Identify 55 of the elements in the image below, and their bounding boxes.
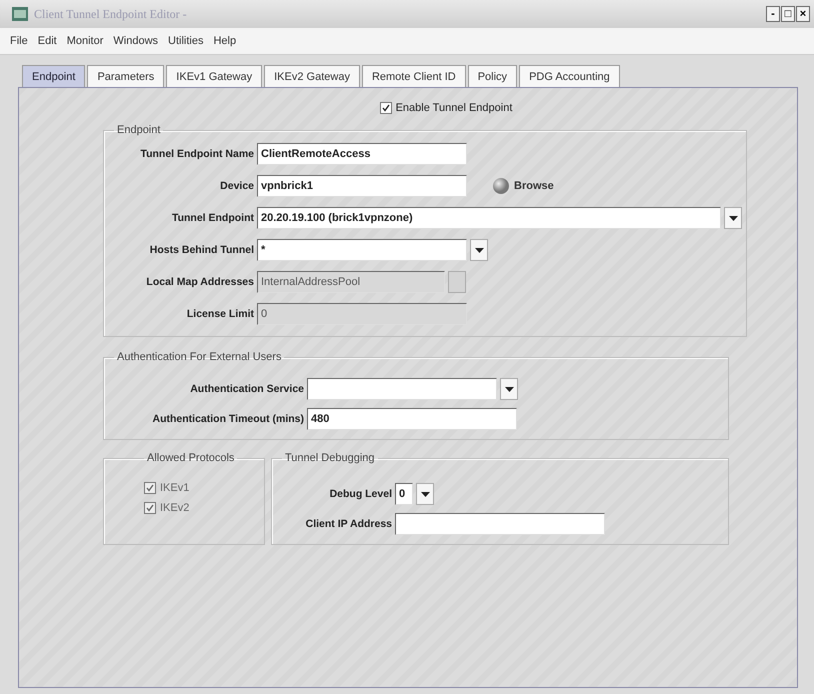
app-icon: [12, 7, 28, 21]
checkbox-label: IKEv1: [160, 482, 190, 494]
dropdown-button[interactable]: [416, 483, 434, 505]
tab[interactable]: PDG Accounting: [519, 65, 620, 87]
field-label: Debug Level: [328, 488, 392, 500]
window-control-button[interactable]: □: [781, 6, 795, 22]
tab[interactable]: Remote Client ID: [362, 65, 466, 87]
field-label: Tunnel Endpoint: [170, 212, 254, 224]
checkbox-box[interactable]: [144, 502, 156, 514]
text-field[interactable]: [395, 513, 605, 535]
group-title: Allowed Protocols: [146, 452, 236, 464]
group-title: Authentication For External Users: [116, 351, 282, 363]
group-title: Tunnel Debugging: [284, 452, 376, 464]
browse-button[interactable]: Browse: [492, 177, 554, 195]
checkbox-box[interactable]: [380, 102, 392, 114]
dropdown-button[interactable]: [500, 378, 518, 400]
caret-icon: [504, 386, 514, 392]
caret-icon: [420, 492, 430, 496]
field-label: Authentication Timeout (mins): [152, 413, 304, 425]
dropdown-button[interactable]: [724, 207, 742, 229]
menu-item[interactable]: Help: [213, 35, 236, 47]
checkbox-label: IKEv2: [160, 502, 190, 514]
dropdown-button[interactable]: [470, 239, 488, 261]
window-title: Client Tunnel Endpoint Editor -: [34, 6, 188, 22]
combo-field[interactable]: *: [257, 239, 467, 261]
field-label: Local Map Addresses: [145, 276, 254, 288]
combo-field[interactable]: [307, 378, 497, 400]
menu-item[interactable]: Windows: [113, 35, 158, 47]
combo-field[interactable]: 20.20.19.100 (brick1vpnzone): [257, 207, 721, 229]
field-label: Authentication Service: [189, 383, 304, 395]
field-label: Tunnel Endpoint Name: [139, 148, 254, 160]
text-field[interactable]: ClientRemoteAccess: [257, 143, 467, 165]
field-label: Client IP Address: [304, 518, 392, 530]
caret-icon: [728, 216, 738, 220]
caret-icon: [474, 248, 484, 252]
radio-icon: [492, 177, 510, 195]
menu-item[interactable]: Utilities: [168, 35, 204, 47]
window-control-button[interactable]: -: [766, 6, 780, 22]
text-field[interactable]: vpnbrick1: [257, 175, 467, 197]
menu-item[interactable]: Edit: [38, 35, 57, 47]
text-field[interactable]: 480: [307, 408, 517, 430]
tab[interactable]: IKEv2 Gateway: [264, 65, 360, 87]
field-label: License Limit: [186, 308, 254, 320]
field-label: Device: [219, 180, 254, 192]
menu-item[interactable]: File: [10, 35, 28, 47]
tab[interactable]: Endpoint: [22, 65, 86, 87]
menu-item[interactable]: Monitor: [66, 35, 104, 47]
checkbox-box[interactable]: [144, 482, 156, 494]
tab[interactable]: Policy: [468, 65, 518, 87]
tab[interactable]: Parameters: [87, 65, 164, 87]
group-title: Endpoint: [116, 124, 162, 136]
field-label: Hosts Behind Tunnel: [148, 244, 254, 256]
combo-field[interactable]: 0: [395, 483, 413, 505]
tab[interactable]: IKEv1 Gateway: [166, 65, 262, 87]
window-control-button[interactable]: ×: [796, 6, 810, 22]
